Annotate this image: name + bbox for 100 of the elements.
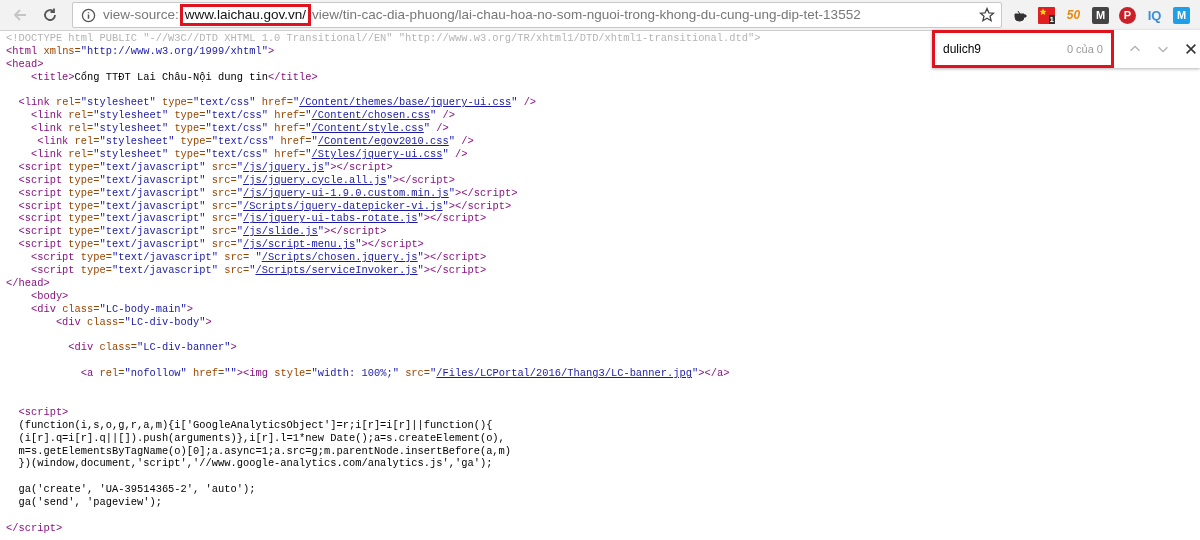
code-text: <script [29,251,75,264]
code-text: <a [79,367,94,380]
code-text: type= [173,122,206,135]
code-text: ></script> [392,173,456,186]
source-link[interactable]: /js/jquery-ui-1.9.0.custom.min.js [243,186,449,199]
code-text: /> [435,122,449,135]
source-link[interactable]: /Content/chosen.css [311,109,431,122]
code-text: type= [67,160,100,173]
code-line: <title>Cổng TTĐT Lai Châu-Nội dung tin</title> [29,70,318,84]
code-text: ></script> [448,199,512,212]
code-text: rel= [67,148,94,160]
code-text: <script [29,264,75,277]
code-text: ></script> [423,264,487,277]
code-text: href= [273,109,306,122]
source-link[interactable]: /Scripts/chosen.jquery.js [261,251,418,264]
code-line: </head> [6,276,50,290]
find-field[interactable]: dulich9 0 của 0 [932,30,1114,68]
code-text: src= [210,186,237,199]
source-link[interactable]: /Styles/jquery-ui.css [311,148,443,160]
code-line: ga('send', 'pageview'); [17,496,162,509]
extension-button[interactable]: M [1092,6,1109,24]
code-text: " [417,212,424,225]
code-text: rel= [73,135,100,148]
source-link[interactable]: /js/jquery.js [243,160,325,173]
source-link[interactable]: /Files/LCPortal/2016/Thang3/LC-banner.jpg [436,367,692,380]
source-link[interactable]: /Scripts/serviceInvoker.js [255,264,418,277]
code-text: " [423,122,431,135]
code-text: /> [460,135,474,148]
code-text: "nofollow" [124,367,187,380]
code-line: ga('create', 'UA-39514365-2', 'auto'); [17,483,256,497]
source-link[interactable]: /Content/style.css [311,122,424,135]
code-text: " [305,122,312,135]
code-text: rel= [54,96,81,109]
code-text: /> [441,109,456,122]
code-line: <div class="LC-body-main"> [29,302,194,316]
find-input[interactable]: dulich9 [943,40,1063,58]
code-text: /> [522,96,537,109]
code-line: })(window,document,'script','//www.google-analytics.com/analytics.js','ga'); [17,457,493,471]
code-text: "stylesheet" [80,96,156,109]
code-text: <script [17,186,63,199]
code-text: "text/javascript" [99,173,206,186]
code-text: type= [173,109,206,122]
code-line: <script> [17,405,69,419]
code-text: " [236,173,243,186]
code-text: type= [67,225,100,238]
code-text: " [692,367,699,380]
code-text: href= [273,122,306,135]
source-link[interactable]: /js/jquery.cycle.all.js [243,173,387,186]
code-text: "text/css" [205,122,268,135]
extension-button[interactable]: P [1119,6,1136,24]
code-text: " [236,238,243,251]
code-text: ></script> [423,212,487,225]
source-link[interactable]: /Content/themes/base/jquery-ui.css [299,96,512,109]
code-text: " [417,251,424,264]
code-text: ></script> [330,160,393,173]
close-icon[interactable] [1184,42,1198,56]
code-text: src= [210,160,237,173]
code-text: " [448,135,456,148]
code-text: " [355,238,362,251]
code-text: " [292,96,300,109]
code-text: rel= [67,122,94,135]
code-text: type= [79,251,112,264]
code-text: ></a> [698,367,730,380]
code-text: "text/javascript" [112,264,219,277]
code-text: src= [210,238,237,251]
star-icon[interactable] [979,7,995,23]
reload-icon[interactable] [42,7,58,23]
code-text: ></script> [423,251,487,264]
code-text: "text/css" [193,96,256,109]
match-count: 0 của 0 [1066,43,1103,55]
source-link[interactable]: /Content/egov2010.css [317,135,449,148]
code-text: src= [210,199,237,212]
code-text: " [430,367,437,380]
code-line: <head> [6,57,44,71]
code-text: href= [279,135,312,148]
code-text: /> [454,148,468,160]
code-text: href= [192,367,225,380]
code-text: "text/javascript" [99,238,206,251]
code-text: type= [173,148,206,160]
code-text: " [417,264,424,277]
source-link[interactable]: /js/script-menu.js [243,238,356,251]
source-link[interactable]: /js/jquery-ui-tabs-rotate.js [243,212,418,225]
extension-button[interactable]: 1 [1038,6,1055,24]
info-icon[interactable] [81,7,96,23]
code-line: <div class="LC-div-banner"> [67,341,237,355]
code-text: type= [67,238,100,251]
code-text: "text/javascript" [99,212,206,225]
code-text: <link [17,96,50,109]
code-text: href= [260,96,293,109]
code-text: src= [210,173,237,186]
code-text: " [249,264,256,277]
code-line: <!DOCTYPE html PUBLIC "-//W3C//DTD XHTML 1.0 Transitional//EN" "http://www.w3.org/TR/xhtml1/DTD/xhtml1-transitional.dtd"> [6,32,761,45]
code-text: " [511,96,518,109]
source-link[interactable]: /Scripts/jquery-datepicker-vi.js [243,199,443,212]
code-line: <body> [29,289,69,303]
code-line: <html xmlns="http://www.w3.org/1999/xhtml"> [6,44,275,58]
code-text: "text/javascript" [99,199,206,212]
code-text: <script [17,225,63,238]
code-text: " [255,251,262,264]
source-link[interactable]: /js/slide.js [243,225,318,238]
